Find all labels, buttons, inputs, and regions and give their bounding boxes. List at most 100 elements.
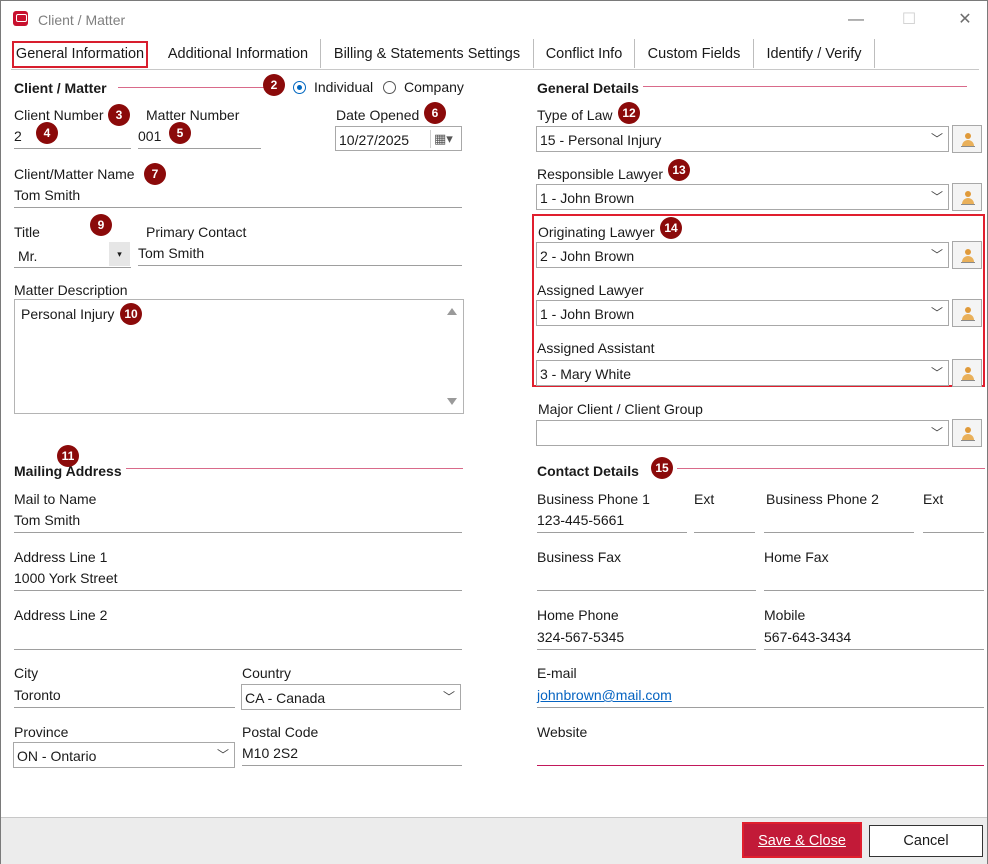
matter-number-label: Matter Number <box>146 107 240 123</box>
country-select[interactable]: CA - Canada ﹀ <box>241 684 461 710</box>
tab-billing-statements[interactable]: Billing & Statements Settings <box>321 39 534 68</box>
save-close-button[interactable]: Save & Close <box>742 822 862 858</box>
chevron-down-icon[interactable]: ﹀ <box>931 246 943 263</box>
tab-bar: General Information Additional Informati… <box>11 39 979 70</box>
matter-number-field[interactable]: 001 <box>138 128 161 144</box>
date-opened-value: 10/27/2025 <box>339 132 410 148</box>
responsible-lawyer-value: 1 - John Brown <box>540 190 635 206</box>
mobile-field[interactable]: 567-643-3434 <box>764 629 851 645</box>
mail-to-name-underline <box>14 532 462 533</box>
date-opened-label: Date Opened <box>336 107 420 123</box>
maximize-icon[interactable]: ☐ <box>897 9 921 31</box>
business-phone-1-field[interactable]: 123-445-5661 <box>537 512 624 528</box>
assigned-lawyer-select[interactable]: 1 - John Brown ﹀ <box>536 300 949 326</box>
window-title: Client / Matter <box>38 12 126 28</box>
type-of-law-select[interactable]: 15 - Personal Injury ﹀ <box>536 126 949 152</box>
date-divider <box>430 130 431 148</box>
originating-lawyer-value: 2 - John Brown <box>540 248 635 264</box>
mobile-label: Mobile <box>764 607 806 623</box>
save-close-label: Save & Close <box>758 833 846 849</box>
originating-lawyer-select[interactable]: 2 - John Brown ﹀ <box>536 242 949 268</box>
postal-code-field[interactable]: M10 2S2 <box>242 745 298 761</box>
person-lookup-icon[interactable] <box>952 419 982 447</box>
home-phone-field[interactable]: 324-567-5345 <box>537 629 624 645</box>
minimize-icon[interactable]: — <box>844 9 868 31</box>
email-label: E-mail <box>537 665 577 681</box>
mail-to-name-label: Mail to Name <box>14 491 97 507</box>
chevron-down-icon[interactable]: ﹀ <box>931 130 943 147</box>
footer-bar: Save & Close Cancel <box>1 817 987 864</box>
primary-contact-field[interactable]: Tom Smith <box>138 245 204 261</box>
person-lookup-icon[interactable] <box>952 241 982 269</box>
company-radio[interactable] <box>383 81 396 94</box>
address-line-1-field[interactable]: 1000 York Street <box>14 570 118 586</box>
email-underline <box>537 707 984 708</box>
person-lookup-icon[interactable] <box>952 299 982 327</box>
scroll-up-icon[interactable] <box>447 308 457 315</box>
website-label: Website <box>537 724 588 740</box>
city-field[interactable]: Toronto <box>14 687 61 703</box>
mail-to-name-field[interactable]: Tom Smith <box>14 512 80 528</box>
badge-9: 9 <box>90 214 112 236</box>
matter-description-label: Matter Description <box>14 282 128 298</box>
tab-general-information[interactable]: General Information <box>12 41 148 68</box>
mailing-address-heading: Mailing Address <box>14 463 122 479</box>
business-phone-1-label: Business Phone 1 <box>537 491 650 507</box>
tab-custom-fields[interactable]: Custom Fields <box>635 39 754 68</box>
chevron-down-icon[interactable]: ﹀ <box>443 688 455 705</box>
home-phone-label: Home Phone <box>537 607 619 623</box>
home-fax-underline <box>764 590 984 591</box>
company-radio-label[interactable]: Company <box>404 79 464 95</box>
country-value: CA - Canada <box>245 690 326 706</box>
chevron-down-icon[interactable]: ﹀ <box>217 746 229 763</box>
badge-2: 2 <box>263 74 285 96</box>
type-of-law-label: Type of Law <box>537 107 613 123</box>
chevron-down-icon[interactable]: ﹀ <box>931 304 943 321</box>
close-icon[interactable]: ✕ <box>953 9 977 31</box>
person-lookup-icon[interactable] <box>952 183 982 211</box>
email-field[interactable]: johnbrown@mail.com <box>537 687 672 703</box>
chevron-down-icon[interactable]: ﹀ <box>931 364 943 381</box>
tab-conflict-info[interactable]: Conflict Info <box>534 39 635 68</box>
province-select[interactable]: ON - Ontario ﹀ <box>13 742 235 768</box>
matter-description-textarea[interactable]: Personal Injury <box>14 299 464 414</box>
badge-13: 13 <box>668 159 690 181</box>
business-fax-underline <box>537 590 756 591</box>
cancel-button[interactable]: Cancel <box>869 825 983 857</box>
country-label: Country <box>242 665 292 681</box>
title-select[interactable]: Mr. ▾ <box>14 242 131 268</box>
client-matter-window: Client / Matter — ☐ ✕ General Informatio… <box>0 0 988 864</box>
major-client-select[interactable]: ﹀ <box>536 420 949 446</box>
individual-radio[interactable] <box>293 81 306 94</box>
major-client-label: Major Client / Client Group <box>538 401 703 417</box>
calendar-icon[interactable]: ▦▾ <box>434 131 453 147</box>
client-number-underline <box>14 148 131 149</box>
badge-4: 4 <box>36 122 58 144</box>
client-number-field[interactable]: 2 <box>14 128 22 144</box>
person-lookup-icon[interactable] <box>952 125 982 153</box>
badge-12: 12 <box>618 102 640 124</box>
client-matter-heading: Client / Matter <box>14 80 107 96</box>
assigned-assistant-select[interactable]: 3 - Mary White ﹀ <box>536 360 949 386</box>
chevron-down-icon[interactable]: ﹀ <box>931 188 943 205</box>
individual-radio-label[interactable]: Individual <box>314 79 373 95</box>
address-line-1-label: Address Line 1 <box>14 549 108 565</box>
date-opened-field[interactable]: 10/27/2025 ▦▾ <box>335 126 462 151</box>
client-matter-name-field[interactable]: Tom Smith <box>14 187 80 203</box>
responsible-lawyer-select[interactable]: 1 - John Brown ﹀ <box>536 184 949 210</box>
tab-additional-information[interactable]: Additional Information <box>156 39 321 68</box>
person-lookup-icon[interactable] <box>952 359 982 387</box>
website-underline <box>537 765 984 766</box>
scroll-down-icon[interactable] <box>447 398 457 405</box>
tab-identify-verify[interactable]: Identify / Verify <box>754 39 875 68</box>
postal-code-underline <box>242 765 462 766</box>
title-bar: Client / Matter — ☐ ✕ <box>1 1 987 39</box>
chevron-down-icon[interactable]: ﹀ <box>931 424 943 441</box>
province-value: ON - Ontario <box>17 748 97 764</box>
address-line-2-label: Address Line 2 <box>14 607 108 623</box>
city-underline <box>14 707 235 708</box>
address-line-1-underline <box>14 590 462 591</box>
assigned-assistant-value: 3 - Mary White <box>540 366 632 382</box>
title-dropdown-icon[interactable]: ▾ <box>109 242 130 266</box>
badge-5: 5 <box>169 122 191 144</box>
